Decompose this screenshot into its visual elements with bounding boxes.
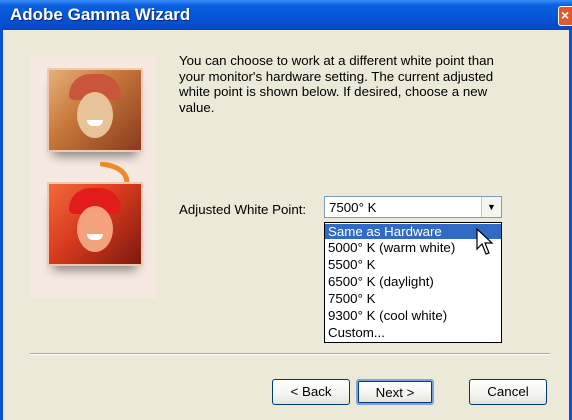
close-icon[interactable]: × [561,7,569,23]
white-point-select[interactable]: 7500° K ▼ [324,196,502,218]
option-same-as-hardware[interactable]: Same as Hardware [325,224,501,239]
dropdown-arrow-icon[interactable]: ▼ [487,202,496,212]
window-frame-left [0,30,3,420]
back-button[interactable]: < Back [272,379,350,405]
dialog-window: Adobe Gamma Wizard × You can choose to w… [0,0,572,420]
face-shape [77,92,113,138]
next-button[interactable]: Next > [356,379,434,405]
option-6500k[interactable]: 6500° K (daylight) [325,274,501,289]
title-bar[interactable]: Adobe Gamma Wizard × [0,0,572,30]
white-point-label: Adjusted White Point: [179,202,307,217]
before-photo [47,68,143,152]
option-9300k[interactable]: 9300° K (cool white) [325,308,501,323]
window-title: Adobe Gamma Wizard [10,5,191,24]
dropdown-button[interactable]: ▼ [481,197,501,217]
after-photo [47,182,143,266]
option-7500k[interactable]: 7500° K [325,291,501,306]
illustration-panel [30,56,156,298]
close-button[interactable]: × [558,6,572,26]
white-point-value: 7500° K [329,200,377,215]
intro-text: You can choose to work at a different wh… [179,53,494,115]
option-custom[interactable]: Custom... [325,325,501,340]
option-5500k[interactable]: 5500° K [325,257,501,272]
option-5000k[interactable]: 5000° K (warm white) [325,240,501,255]
separator [30,353,550,355]
cancel-button[interactable]: Cancel [469,379,547,405]
mouse-pointer-icon [476,228,494,255]
face-shape [77,206,113,252]
